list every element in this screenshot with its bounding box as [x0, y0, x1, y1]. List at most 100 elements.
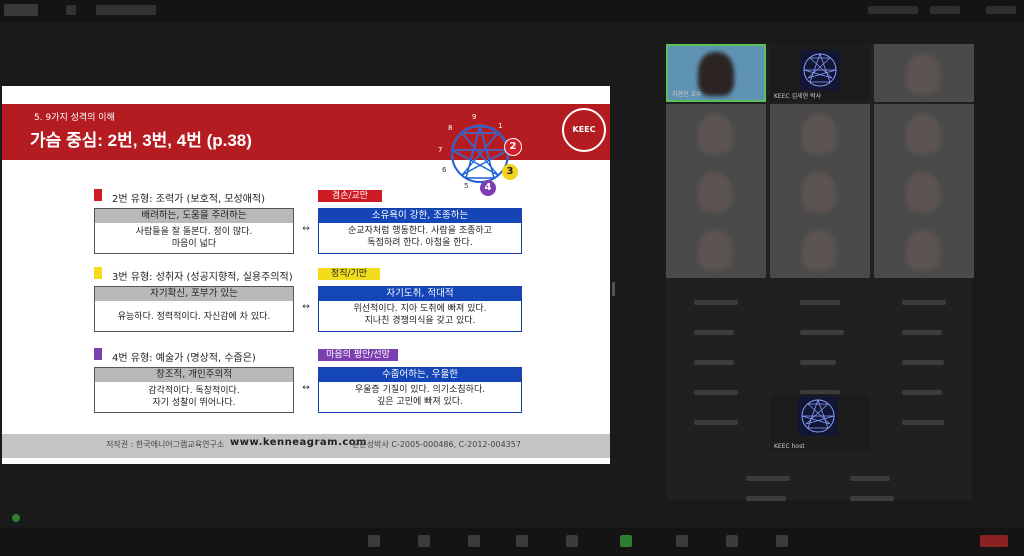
- type-4-unhealthy-box: 수줍어하는, 우울한 우울증 기질이 있다. 의기소침하다. 깊은 고민에 빠져…: [318, 367, 522, 413]
- type-4-unhealthy-line: 우울증 기질이 있다. 의기소침하다.: [354, 385, 486, 395]
- participant-name-placeholder[interactable]: [694, 300, 738, 305]
- participant-video: [906, 54, 940, 94]
- type-2-healthy-line: 마음이 넓다: [171, 239, 217, 249]
- type-4-heading: 4번 유형: 예술가 (명상적, 수줍은): [112, 353, 256, 364]
- participant-name-placeholder[interactable]: [902, 300, 946, 305]
- participant-video: [698, 52, 734, 96]
- shield-icon[interactable]: [66, 5, 76, 15]
- participant-tile[interactable]: KEEC 김세현 박사: [770, 44, 870, 102]
- type-2-healthy-head: 배려하는, 도움을 주려하는: [95, 209, 293, 223]
- participant-name-placeholder[interactable]: [746, 496, 786, 501]
- participant-name-placeholder[interactable]: [800, 360, 836, 365]
- view-toggle[interactable]: [930, 6, 960, 14]
- share-screen-icon[interactable]: [620, 535, 632, 547]
- mute-icon[interactable]: [368, 535, 380, 547]
- shared-slide: 5. 9가지 성격의 이해 가슴 중심: 2번, 3번, 4번 (p.38) 9…: [2, 86, 610, 464]
- participant-tile[interactable]: [770, 220, 870, 278]
- meeting-toolbar: [0, 528, 1024, 556]
- type-4-healthy-line: 감각적이다. 독창적이다.: [148, 386, 240, 396]
- participant-name-placeholder[interactable]: [746, 476, 790, 481]
- security-shield-icon[interactable]: [468, 535, 480, 547]
- participant-name-placeholder[interactable]: [694, 420, 738, 425]
- type-3-unhealthy-line: 위선적이다. 지아 도취에 빠져 있다.: [353, 304, 487, 314]
- footer-copyright: 윤운성박사 C-2005-000486, C-2012-004357: [352, 440, 521, 449]
- host-name: KEEC host: [774, 443, 805, 450]
- participant-name-placeholder[interactable]: [850, 496, 894, 501]
- type-4-unhealthy-line: 깊은 고민에 빠져 있다.: [377, 397, 463, 407]
- participant-name-placeholder[interactable]: [800, 300, 840, 305]
- participant-name-placeholder[interactable]: [694, 330, 734, 335]
- type-2-healthy-box: 배려하는, 도움을 주려하는 사람들을 잘 돌본다. 정이 많다. 마음이 넓다: [94, 208, 294, 254]
- participant-tile[interactable]: [874, 104, 974, 162]
- type-2-healthy-line: 사람들을 잘 돌본다. 정이 많다.: [135, 227, 253, 237]
- participant-tile[interactable]: [874, 220, 974, 278]
- type-2-unhealthy-head: 소유욕이 강한, 조종하는: [319, 209, 521, 223]
- window-controls[interactable]: [986, 6, 1016, 14]
- host-tile[interactable]: KEEC host: [770, 394, 870, 452]
- type-3-unhealthy-head: 자기도취, 적대적: [319, 287, 521, 301]
- participant-name-placeholder[interactable]: [902, 360, 944, 365]
- participant-video: [802, 230, 836, 270]
- participant-video: [802, 172, 836, 212]
- type-4-tag: 마음의 평안/선망: [318, 349, 398, 361]
- participant-tile[interactable]: [770, 104, 870, 162]
- participant-name-placeholder[interactable]: [902, 420, 944, 425]
- participant-name-placeholder[interactable]: [902, 330, 942, 335]
- participant-name-placeholder[interactable]: [850, 476, 890, 481]
- type-3-heading: 3번 유형: 성취자 (성공지향적, 실용주의적): [112, 272, 293, 283]
- type-2-arrow: ↔: [302, 224, 310, 234]
- participant-tile[interactable]: 지현진 교수: [666, 44, 766, 102]
- type-2-heading: 2번 유형: 조력가 (보호적, 모성애적): [112, 194, 266, 205]
- slide-subtitle: 5. 9가지 성격의 이해: [34, 113, 115, 123]
- type-2-unhealthy-line: 순교자처럼 행동한다. 사람을 조종하고: [348, 226, 492, 236]
- keec-logo-icon: [798, 396, 838, 436]
- video-icon[interactable]: [418, 535, 430, 547]
- type-3-badge: 3: [502, 164, 518, 180]
- security-icon[interactable]: [12, 514, 20, 522]
- type-3-marker: [94, 267, 102, 279]
- type-4-healthy-line: 자기 성찰이 뛰어나다.: [152, 398, 236, 408]
- enneagram-number: 9: [472, 113, 477, 121]
- participant-name-placeholder[interactable]: [902, 390, 942, 395]
- type-4-arrow: ↔: [302, 383, 310, 393]
- participants-icon[interactable]: [516, 535, 528, 547]
- end-meeting-button[interactable]: [980, 535, 1008, 547]
- type-4-healthy-box: 창조적, 개인주의적 감각적이다. 독창적이다. 자기 성찰이 뛰어나다.: [94, 367, 294, 413]
- type-2-unhealthy-line: 독점하려 한다. 아첨을 한다.: [367, 238, 473, 248]
- participant-name-placeholder[interactable]: [800, 330, 844, 335]
- participant-tile[interactable]: [666, 220, 766, 278]
- apps-icon[interactable]: [776, 535, 788, 547]
- participant-video: [802, 114, 836, 154]
- type-3-tag: 정직/기만: [318, 268, 380, 280]
- slide-title: 가슴 중심: 2번, 3번, 4번 (p.38): [30, 131, 252, 150]
- chat-icon[interactable]: [566, 535, 578, 547]
- participant-video: [906, 172, 940, 212]
- type-3-arrow: ↔: [302, 302, 310, 312]
- participant-video: [698, 172, 732, 212]
- type-3-unhealthy-line: 지나친 경쟁의식을 갖고 있다.: [364, 316, 476, 326]
- type-4-badge: 4: [480, 180, 496, 196]
- record-icon[interactable]: [676, 535, 688, 547]
- type-3-healthy-head: 자기확신, 포부가 있는: [95, 287, 293, 301]
- keec-seal-logo: KEEC: [562, 108, 606, 152]
- reactions-icon[interactable]: [726, 535, 738, 547]
- recording-indicator[interactable]: [868, 6, 918, 14]
- footer-author: 저작권 : 한국에니어그램교육연구소: [106, 440, 225, 449]
- participant-tile[interactable]: [666, 162, 766, 220]
- participant-tile[interactable]: [874, 162, 974, 220]
- zoom-logo: [4, 4, 38, 16]
- enneagram-number: 1: [498, 122, 503, 130]
- meeting-info-tab[interactable]: [96, 5, 156, 15]
- participant-name-placeholder[interactable]: [694, 360, 734, 365]
- panel-splitter-handle[interactable]: [612, 282, 615, 296]
- participant-tile[interactable]: [666, 104, 766, 162]
- participant-tile[interactable]: [770, 162, 870, 220]
- footer-url: www.kenneagram.com: [230, 437, 368, 448]
- type-4-marker: [94, 348, 102, 360]
- participant-tile[interactable]: [874, 44, 974, 102]
- type-2-marker: [94, 189, 102, 201]
- type-4-healthy-head: 창조적, 개인주의적: [95, 368, 293, 382]
- top-bar: [0, 0, 1024, 22]
- participant-name-placeholder[interactable]: [694, 390, 738, 395]
- enneagram-number: 5: [464, 182, 469, 190]
